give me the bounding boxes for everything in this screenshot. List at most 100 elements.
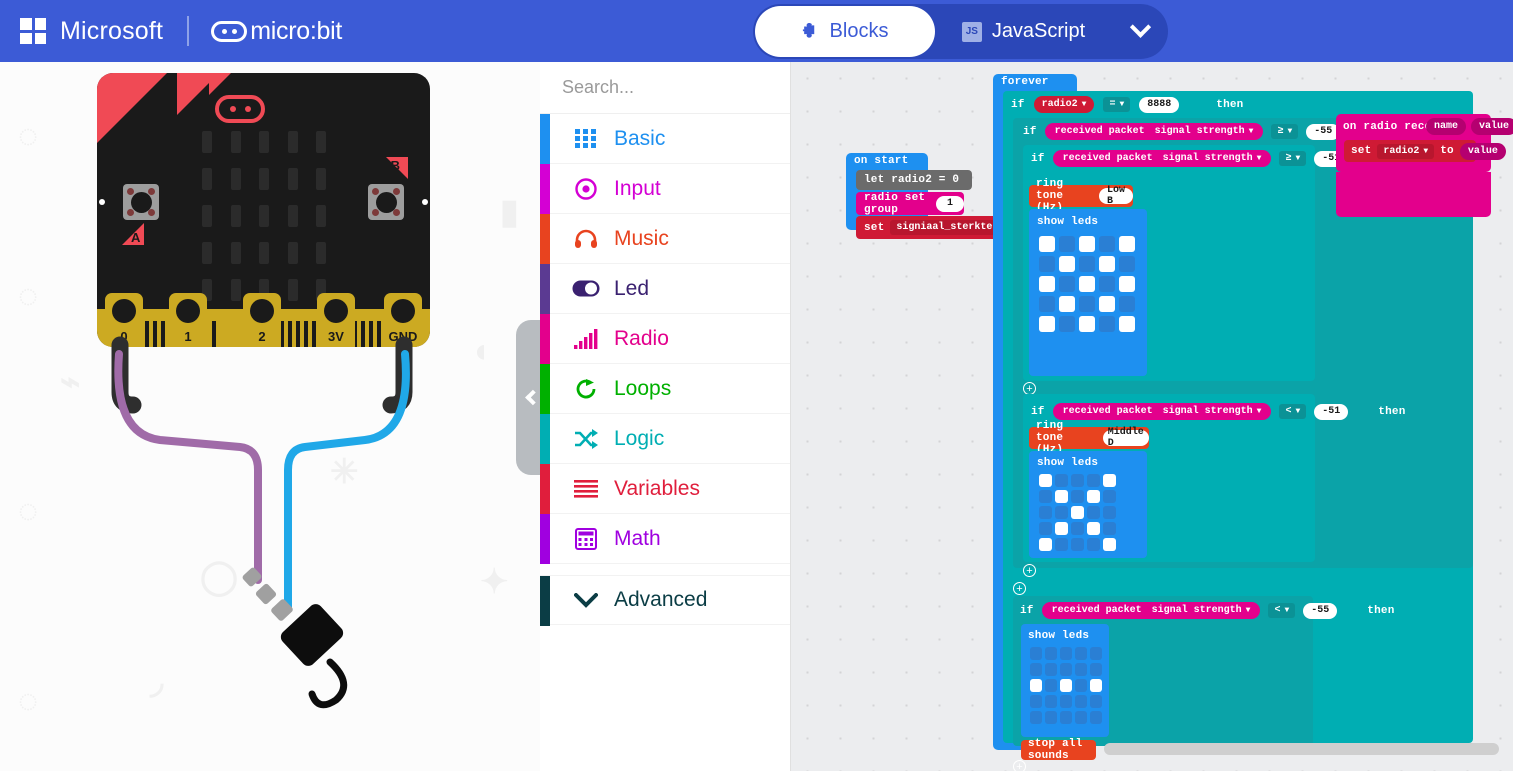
param-value[interactable]: value bbox=[1471, 118, 1513, 135]
toolbox-category-radio[interactable]: Radio bbox=[540, 314, 790, 364]
block-ring-tone-2[interactable]: ring tone (Hz) Middle D bbox=[1029, 420, 1149, 456]
plus-circle-icon[interactable]: + bbox=[1013, 582, 1026, 595]
block-radio-set-group[interactable]: radio set group 1 bbox=[856, 191, 964, 216]
toolbox-category-variables[interactable]: Variables bbox=[540, 464, 790, 514]
ring-tone-note[interactable]: Middle D bbox=[1102, 427, 1149, 449]
then-label: then bbox=[1216, 98, 1244, 111]
signal-strength-dropdown[interactable]: signal strength ▼ bbox=[1163, 406, 1262, 417]
comparison-operator-dropdown[interactable]: < ▼ bbox=[1268, 603, 1296, 618]
toolbox-category-math[interactable]: Math bbox=[540, 514, 790, 564]
chevron-down-icon: ▼ bbox=[1287, 127, 1293, 136]
received-packet-reporter[interactable]: received packet signal strength ▼ bbox=[1052, 403, 1272, 420]
block-stop-all-sounds[interactable]: stop all sounds bbox=[1021, 738, 1096, 762]
comparison-operator-dropdown[interactable]: < ▼ bbox=[1279, 404, 1307, 419]
received-packet-reporter[interactable]: received packet signal strength ▼ bbox=[1041, 602, 1261, 619]
led-pattern-grid-1[interactable] bbox=[1039, 236, 1135, 332]
signal-strength-dropdown[interactable]: signal strength ▼ bbox=[1152, 605, 1251, 616]
tab-blocks[interactable]: Blocks bbox=[755, 6, 935, 57]
tab-dropdown-button[interactable] bbox=[1112, 16, 1168, 39]
chevron-down-icon: ▼ bbox=[1256, 407, 1262, 416]
value-reporter[interactable]: value bbox=[1459, 142, 1506, 160]
block-on-radio-received-body bbox=[1336, 172, 1491, 217]
category-label: Led bbox=[614, 276, 650, 300]
category-label: Variables bbox=[614, 476, 700, 500]
then-label: then bbox=[1378, 405, 1406, 418]
received-packet-label: received packet bbox=[1054, 126, 1145, 137]
toolbox-category-led[interactable]: Led bbox=[540, 264, 790, 314]
tab-javascript[interactable]: JS JavaScript bbox=[935, 20, 1112, 43]
toolbox-category-basic[interactable]: Basic bbox=[540, 114, 790, 164]
toolbox-separator bbox=[540, 564, 790, 575]
toolbox-category-loops[interactable]: Loops bbox=[540, 364, 790, 414]
signal-strength-dropdown[interactable]: signal strength ▼ bbox=[1155, 126, 1254, 137]
signal-strength-dropdown[interactable]: signal strength ▼ bbox=[1163, 153, 1262, 164]
variable-dropdown[interactable]: radio2 ▼ bbox=[1377, 143, 1435, 159]
block-set-radio2[interactable]: set radio2 ▼ to value bbox=[1344, 140, 1506, 162]
if-outer-compare-value[interactable]: 8888 bbox=[1139, 96, 1180, 113]
category-label: Radio bbox=[614, 326, 669, 350]
then-label: then bbox=[1367, 604, 1395, 617]
block-set-variable[interactable]: set signiaal_sterkte ▼ to 0 bbox=[856, 216, 1061, 239]
block-forever[interactable]: forever bbox=[993, 74, 1077, 88]
category-color-stripe bbox=[540, 576, 550, 626]
block-on-start[interactable]: on start bbox=[846, 153, 928, 167]
category-color-stripe bbox=[540, 414, 550, 464]
ring-tone-note[interactable]: Low B bbox=[1099, 185, 1133, 207]
microbit-logo: micro:bit bbox=[211, 17, 342, 46]
radio-group-value[interactable]: 1 bbox=[936, 195, 964, 212]
radio-set-group-label: radio set group bbox=[864, 191, 926, 216]
toolbox-category-music[interactable]: Music bbox=[540, 214, 790, 264]
show-leds-label: show leds bbox=[1028, 630, 1090, 642]
show-leds-label: show leds bbox=[1037, 457, 1099, 469]
received-packet-label: received packet bbox=[1062, 406, 1153, 417]
comparison-operator-dropdown[interactable]: ≥ ▼ bbox=[1279, 151, 1307, 166]
microsoft-squares-icon bbox=[20, 18, 46, 44]
blocks-workspace[interactable]: on start let radio2 = 0 radio set group … bbox=[791, 62, 1513, 771]
category-color-stripe bbox=[540, 164, 550, 214]
value-label: value bbox=[1467, 145, 1498, 157]
brand-area: Microsoft micro:bit bbox=[0, 16, 342, 46]
led-pattern-grid-2[interactable] bbox=[1039, 474, 1116, 551]
block-show-leds-2[interactable]: show leds bbox=[1029, 451, 1147, 558]
if-branch-3-condition-row: if received packet signal strength ▼ < ▼… bbox=[1020, 602, 1395, 619]
toolbox-category-logic[interactable]: Logic bbox=[540, 414, 790, 464]
chevron-left-icon bbox=[524, 389, 541, 406]
branch-2-compare-value[interactable]: -51 bbox=[1314, 403, 1349, 420]
param-name-label: name bbox=[1434, 121, 1459, 132]
signal-strength-label: signal strength bbox=[1162, 153, 1253, 164]
param-name[interactable]: name bbox=[1426, 118, 1467, 135]
search-input[interactable] bbox=[562, 77, 794, 98]
category-color-stripe bbox=[540, 264, 550, 314]
signal-strength-label: signal strength bbox=[1162, 406, 1253, 417]
microbit-face-icon bbox=[211, 20, 248, 42]
led-pattern-grid-3[interactable] bbox=[1030, 647, 1102, 724]
app-header: Microsoft micro:bit Blocks JS JavaScript bbox=[0, 0, 1513, 62]
block-show-leds-3[interactable]: show leds bbox=[1021, 624, 1109, 737]
operator-symbol: < bbox=[1285, 406, 1292, 417]
block-ring-tone-1[interactable]: ring tone (Hz) Low B bbox=[1029, 178, 1133, 214]
tab-blocks-label: Blocks bbox=[829, 20, 889, 42]
to-label: to bbox=[1440, 145, 1454, 157]
plus-circle-icon[interactable]: + bbox=[1023, 564, 1036, 577]
variable-reporter-radio2[interactable]: radio2 ▼ bbox=[1033, 96, 1095, 113]
variable-dropdown[interactable]: signiaal_sterkte ▼ bbox=[890, 220, 1008, 235]
block-show-leds-1[interactable]: show leds bbox=[1029, 209, 1147, 376]
comparison-operator-dropdown[interactable]: = ▼ bbox=[1103, 97, 1131, 112]
category-color-stripe bbox=[540, 314, 550, 364]
received-packet-reporter[interactable]: received packet signal strength ▼ bbox=[1052, 150, 1272, 167]
plus-circle-icon[interactable]: + bbox=[1013, 760, 1026, 771]
simulator-panel: ◌ ◌ ◌ ◌ ✳ ◯ ◖ ◞ ✦ ⌁ ✳ ▮ A bbox=[0, 62, 540, 771]
brand-divider bbox=[187, 16, 190, 46]
branch-3-compare-value[interactable]: -55 bbox=[1303, 602, 1338, 619]
toolbox-category-advanced[interactable]: Advanced bbox=[540, 575, 790, 626]
if-label: if bbox=[1023, 125, 1037, 138]
workspace-horizontal-scrollbar[interactable] bbox=[1104, 743, 1499, 755]
comparison-operator-dropdown[interactable]: ≥ ▼ bbox=[1271, 124, 1299, 139]
if-label: if bbox=[1031, 405, 1045, 418]
if-outer-condition-row: if radio2 ▼ = ▼ 8888 then bbox=[1011, 96, 1244, 113]
category-color-stripe bbox=[540, 364, 550, 414]
toolbox-category-input[interactable]: Input bbox=[540, 164, 790, 214]
tab-javascript-label: JavaScript bbox=[991, 20, 1086, 42]
received-packet-reporter[interactable]: received packet signal strength ▼ bbox=[1044, 123, 1264, 140]
block-let-radio2[interactable]: let radio2 = 0 bbox=[856, 170, 972, 190]
